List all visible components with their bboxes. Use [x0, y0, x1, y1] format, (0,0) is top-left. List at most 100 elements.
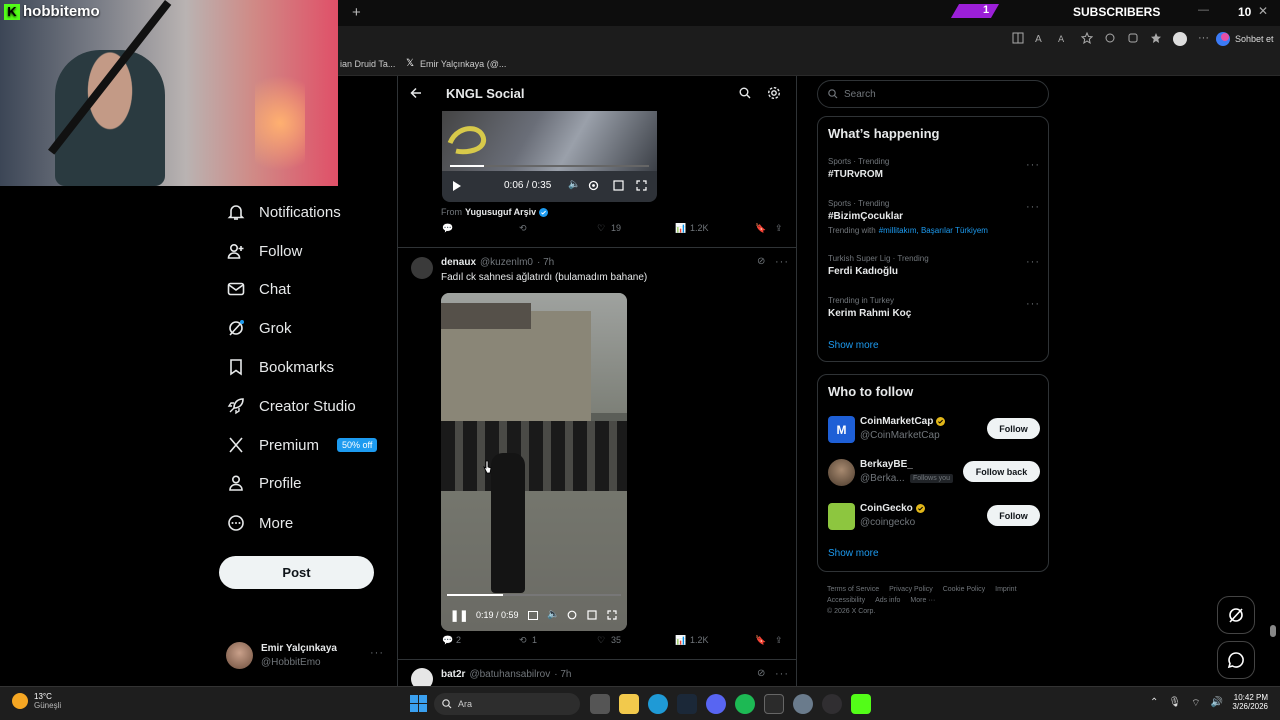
follow-suggestion[interactable]: M CoinMarketCap @CoinMarketCap Follow: [828, 415, 1040, 445]
settings-icon[interactable]: [793, 694, 813, 714]
wifi-icon[interactable]: ⌔: [1191, 697, 1200, 710]
account-menu-icon[interactable]: ···: [370, 647, 384, 659]
reply-icon[interactable]: 💬: [442, 635, 453, 646]
follow-button[interactable]: Follow: [987, 505, 1040, 526]
fullscreen-icon[interactable]: [607, 610, 617, 620]
footer-link[interactable]: Terms of Service: [827, 586, 879, 593]
spotify-icon[interactable]: [735, 694, 755, 714]
bookmark-icon[interactable]: 🔖: [755, 223, 766, 234]
minimize-button[interactable]: —: [1198, 4, 1209, 16]
volume-icon[interactable]: 🔊: [1211, 697, 1223, 710]
bookmark-tab-2[interactable]: Emir Yalçınkaya (@...: [420, 59, 506, 69]
volume-icon[interactable]: 🔈: [547, 609, 559, 620]
translate-icon[interactable]: A: [1035, 32, 1047, 44]
pip-icon[interactable]: [587, 610, 597, 620]
trend-menu-icon[interactable]: ···: [1026, 159, 1040, 171]
footer-link[interactable]: More ···: [910, 597, 935, 604]
bookmark-tab-1[interactable]: ian Druid Ta...: [340, 59, 395, 69]
pip-icon[interactable]: [613, 180, 624, 191]
edge-icon[interactable]: [648, 694, 668, 714]
trend-menu-icon[interactable]: ···: [1026, 298, 1040, 310]
sidebar-item-bookmarks[interactable]: Bookmarks: [227, 353, 334, 381]
copilot-chat-button[interactable]: Sohbet et: [1216, 32, 1274, 46]
browser-menu-icon[interactable]: ···: [1198, 32, 1209, 46]
page-scrollbar[interactable]: [1270, 625, 1276, 637]
settings-icon[interactable]: [588, 180, 599, 191]
taskbar-search[interactable]: Ara: [434, 693, 580, 715]
favorites-icon[interactable]: [1150, 32, 1162, 44]
sidebar-item-more[interactable]: More: [227, 509, 293, 537]
views-icon[interactable]: 📊: [675, 223, 686, 234]
share-icon[interactable]: ⇪: [775, 635, 783, 646]
weather-widget[interactable]: 13°C Güneşli: [12, 692, 61, 710]
file-explorer-icon[interactable]: [619, 694, 639, 714]
sidebar-item-notifications[interactable]: Notifications: [227, 198, 341, 226]
extensions-icon[interactable]: [1127, 32, 1139, 44]
fullscreen-icon[interactable]: [636, 180, 647, 191]
search-icon[interactable]: [739, 87, 751, 99]
trend-item[interactable]: Sports · Trending #BizimÇocuklar Trendin…: [828, 199, 1040, 235]
discord-icon[interactable]: [706, 694, 726, 714]
start-button[interactable]: [410, 695, 427, 712]
grok-explain-icon[interactable]: ⊘: [757, 256, 765, 267]
follow-show-more-link[interactable]: Show more: [828, 548, 879, 559]
trends-show-more-link[interactable]: Show more: [828, 340, 879, 351]
sidebar-item-profile[interactable]: Profile: [227, 469, 302, 497]
refresh-icon[interactable]: [1104, 32, 1116, 44]
kick-app-icon[interactable]: [851, 694, 871, 714]
sidebar-item-follow[interactable]: Follow: [227, 237, 302, 265]
views-icon[interactable]: 📊: [675, 635, 686, 646]
close-window-button[interactable]: ✕: [1258, 4, 1268, 18]
read-aloud-icon[interactable]: A: [1058, 32, 1070, 44]
follow-suggestion[interactable]: BerkayBE_ @Berka... Follows you Follow b…: [828, 458, 1040, 488]
share-icon[interactable]: ⇪: [775, 223, 783, 234]
tweet-2[interactable]: denaux @kuzenlm0 · 7h ⊘ ··· Fadıl ck sah…: [398, 249, 796, 660]
sidebar-item-creator-studio[interactable]: Creator Studio: [227, 392, 356, 420]
footer-link[interactable]: Ads info: [875, 597, 900, 604]
footer-link[interactable]: Cookie Policy: [943, 586, 985, 593]
tray-chevron-icon[interactable]: ⌃: [1150, 697, 1158, 710]
clock[interactable]: 10:42 PM 3/26/2026: [1224, 693, 1268, 711]
sidebar-item-premium[interactable]: Premium 50% off: [227, 431, 378, 459]
video-player[interactable]: ❚❚ 0:19 / 0:59 🔈: [441, 293, 627, 631]
footer-link[interactable]: Imprint: [995, 586, 1016, 593]
tweet-3[interactable]: bat2r @batuhansabilrov · 7h ⊘ ···: [398, 661, 796, 686]
trending-with-tags[interactable]: #millitakım, Başarılar Türkiyem: [879, 226, 988, 235]
sidebar-item-grok[interactable]: Grok: [227, 314, 292, 342]
account-switcher[interactable]: Emir Yalçınkaya @HobbitEmo ···: [226, 640, 386, 672]
captions-icon[interactable]: [528, 611, 538, 620]
follow-button[interactable]: Follow: [987, 418, 1040, 439]
search-input[interactable]: Search: [817, 80, 1049, 108]
messages-floating-button[interactable]: [1217, 641, 1255, 679]
back-arrow-icon[interactable]: [410, 87, 422, 99]
star-icon[interactable]: [1081, 32, 1093, 44]
pause-icon[interactable]: ❚❚: [450, 609, 468, 622]
profile-icon[interactable]: [1173, 32, 1187, 46]
obs-icon[interactable]: [822, 694, 842, 714]
author-name[interactable]: bat2r: [441, 669, 465, 680]
trend-item[interactable]: Sports · Trending #TURvROM ···: [828, 157, 1040, 180]
trend-menu-icon[interactable]: ···: [1026, 256, 1040, 268]
repost-icon[interactable]: ⟲: [519, 635, 527, 646]
tweet-menu-icon[interactable]: ···: [775, 668, 789, 680]
terminal-icon[interactable]: [764, 694, 784, 714]
split-screen-icon[interactable]: [1012, 32, 1024, 44]
microphone-icon[interactable]: 🎙: [1168, 697, 1181, 710]
task-view-icon[interactable]: [590, 694, 610, 714]
tweet-menu-icon[interactable]: ···: [775, 256, 789, 268]
trend-menu-icon[interactable]: ···: [1026, 201, 1040, 213]
post-button[interactable]: Post: [219, 556, 374, 589]
follow-back-button[interactable]: Follow back: [963, 461, 1040, 482]
source-name[interactable]: Yugusuguf Arşiv: [465, 207, 536, 217]
sidebar-item-chat[interactable]: Chat: [227, 275, 291, 303]
trend-item[interactable]: Turkish Super Lig · Trending Ferdi Kadıo…: [828, 254, 1040, 277]
tweet-1[interactable]: 0:06 / 0:35 🔈 From Yugusuguf Arşiv 💬 ⟲ ♡…: [398, 111, 796, 248]
gear-icon[interactable]: [767, 86, 781, 100]
grok-floating-button[interactable]: [1217, 596, 1255, 634]
repost-icon[interactable]: ⟲: [519, 223, 527, 234]
author-name[interactable]: denaux: [441, 257, 476, 268]
volume-icon[interactable]: 🔈: [568, 179, 580, 190]
steam-icon[interactable]: [677, 694, 697, 714]
settings-icon[interactable]: [567, 610, 577, 620]
like-icon[interactable]: ♡: [597, 223, 605, 234]
